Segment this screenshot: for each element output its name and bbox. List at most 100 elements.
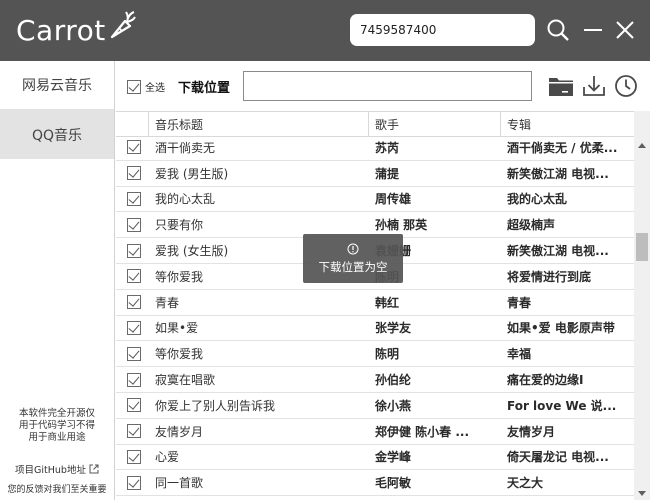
minimize-icon: [584, 29, 602, 31]
close-button[interactable]: [610, 14, 640, 46]
song-artist: 徐小燕: [375, 398, 412, 413]
download-location-label: 下载位置: [178, 81, 231, 96]
column-header-album[interactable]: 专辑: [501, 112, 634, 136]
row-checkbox-cell: [116, 290, 149, 315]
song-title: 同一首歌: [155, 476, 204, 491]
row-checkbox-cell: [116, 161, 149, 186]
checkbox[interactable]: [127, 295, 141, 310]
sidebar-item-label: QQ音乐: [31, 127, 83, 144]
info-icon: [347, 243, 359, 254]
checkbox[interactable]: [127, 269, 141, 284]
scroll-down-icon[interactable]: [638, 491, 646, 496]
vertical-scrollbar[interactable]: [634, 111, 650, 500]
song-artist: 韩红: [375, 295, 400, 310]
sidebar-item-netease[interactable]: 网易云音乐: [0, 61, 114, 110]
table-row[interactable]: 等你爱我 陈明 幸福: [116, 341, 634, 368]
search-icon: [547, 19, 569, 41]
table-row[interactable]: 心爱 金学峰 倚天屠龙记 电视...: [116, 445, 634, 471]
sidebar-item-qq[interactable]: QQ音乐: [0, 110, 114, 159]
title-bar: Carrot: [0, 0, 650, 61]
row-checkbox-cell: [116, 187, 149, 212]
app-logo: Carrot: [16, 10, 136, 50]
download-button[interactable]: [579, 72, 609, 100]
song-album: 倚天屠龙记 电视...: [507, 450, 609, 465]
choose-folder-button[interactable]: [546, 72, 576, 100]
song-album: 友情岁月: [507, 424, 556, 439]
column-header-artist[interactable]: 歌手: [369, 112, 501, 136]
table-row[interactable]: 我的心太乱 周传雄 我的心太乱: [116, 187, 634, 213]
song-album: 如果•爱 电影原声带: [507, 321, 615, 336]
song-artist: 周传雄: [375, 192, 412, 207]
table-header: 音乐标题 歌手 专辑: [116, 111, 634, 137]
external-link-icon: [89, 464, 99, 474]
header-checkbox-cell: [116, 112, 149, 136]
song-title: 如果•爱: [155, 321, 199, 336]
row-checkbox-cell: [116, 341, 149, 366]
song-album: 新笑傲江湖 电视...: [507, 244, 609, 259]
song-title: 我的心太乱: [155, 192, 216, 207]
table-row[interactable]: 青春 韩红 青春: [116, 290, 634, 316]
checkbox[interactable]: [127, 217, 141, 232]
table-row[interactable]: 你爱上了别人别告诉我 徐小燕 For love We 说...: [116, 393, 634, 419]
column-header-title[interactable]: 音乐标题: [149, 112, 369, 136]
checkbox[interactable]: [127, 191, 141, 206]
row-checkbox-cell: [116, 470, 149, 495]
github-link[interactable]: 项目GitHub地址: [0, 462, 114, 476]
song-album: 天之大: [507, 476, 544, 491]
row-checkbox-cell: [116, 367, 149, 392]
row-checkbox-cell: [116, 445, 149, 470]
row-checkbox-cell: [116, 419, 149, 444]
folder-icon: [549, 78, 573, 96]
checkbox[interactable]: [127, 449, 141, 464]
table-row[interactable]: 酒干倘卖无 苏芮 酒干倘卖无 / 优柔...: [116, 135, 634, 161]
feedback-link[interactable]: 您的反馈对我们至关重要: [0, 482, 114, 495]
toast-message: 下载位置为空: [318, 259, 388, 274]
checkbox[interactable]: [127, 166, 141, 181]
select-all-checkbox[interactable]: 全选: [127, 79, 165, 94]
checkbox[interactable]: [127, 243, 141, 258]
song-table: 音乐标题 歌手 专辑 酒干倘卖无 苏芮 酒干倘卖无 / 优柔... 爱我 (男生版) 蒲…: [116, 111, 634, 500]
scroll-up-icon[interactable]: [638, 143, 646, 148]
row-checkbox-cell: [116, 212, 149, 237]
search-button[interactable]: [543, 14, 573, 46]
song-title: 你爱上了别人别告诉我: [155, 398, 276, 413]
checkbox[interactable]: [127, 320, 141, 335]
song-artist: 蒲提: [375, 166, 400, 181]
song-title: 爱我 (男生版): [155, 166, 229, 181]
song-artist: 陈明: [375, 347, 400, 362]
download-icon: [583, 76, 605, 96]
search-input[interactable]: [350, 14, 535, 46]
song-album: 新笑傲江湖 电视...: [507, 166, 609, 181]
carrot-icon: [106, 11, 136, 43]
song-album: 痛在爱的边缘I: [507, 373, 584, 388]
table-row[interactable]: 如果•爱 张学友 如果•爱 电影原声带: [116, 316, 634, 342]
checkbox[interactable]: [127, 475, 141, 490]
table-row[interactable]: 爱我 (男生版) 蒲提 新笑傲江湖 电视...: [116, 161, 634, 187]
table-row[interactable]: 友情岁月 郑伊健 陈小春 ... 友情岁月: [116, 419, 634, 445]
song-artist: 郑伊健 陈小春 ...: [375, 424, 470, 439]
download-path-input[interactable]: [243, 71, 532, 101]
sidebar-item-label: 网易云音乐: [22, 78, 92, 94]
checkbox[interactable]: [127, 140, 141, 155]
checkbox[interactable]: [127, 398, 141, 413]
minimize-button[interactable]: [578, 14, 608, 46]
song-title: 青春: [155, 295, 180, 310]
clock-icon: [615, 75, 637, 97]
sidebar: 网易云音乐 QQ音乐 本软件完全开源仅 用于代码学习不得 用于商业用途 项目Gi…: [0, 61, 115, 500]
checkbox[interactable]: [127, 372, 141, 387]
song-album: For love We 说...: [507, 398, 617, 413]
history-button[interactable]: [611, 72, 641, 100]
checkbox[interactable]: [127, 79, 141, 94]
song-title: 寂寞在唱歌: [155, 373, 216, 388]
checkbox[interactable]: [127, 424, 141, 439]
song-artist: 苏芮: [375, 140, 400, 155]
row-checkbox-cell: [116, 135, 149, 160]
table-row[interactable]: 寂寞在唱歌 孙伯纶 痛在爱的边缘I: [116, 367, 634, 393]
song-title: 友情岁月: [155, 424, 204, 439]
scrollbar-thumb[interactable]: [636, 233, 648, 261]
song-album: 青春: [507, 295, 532, 310]
song-title: 等你爱我: [155, 347, 204, 362]
table-row[interactable]: 同一首歌 毛阿敏 天之大: [116, 470, 634, 497]
checkbox[interactable]: [127, 346, 141, 361]
song-artist: 毛阿敏: [375, 476, 412, 491]
